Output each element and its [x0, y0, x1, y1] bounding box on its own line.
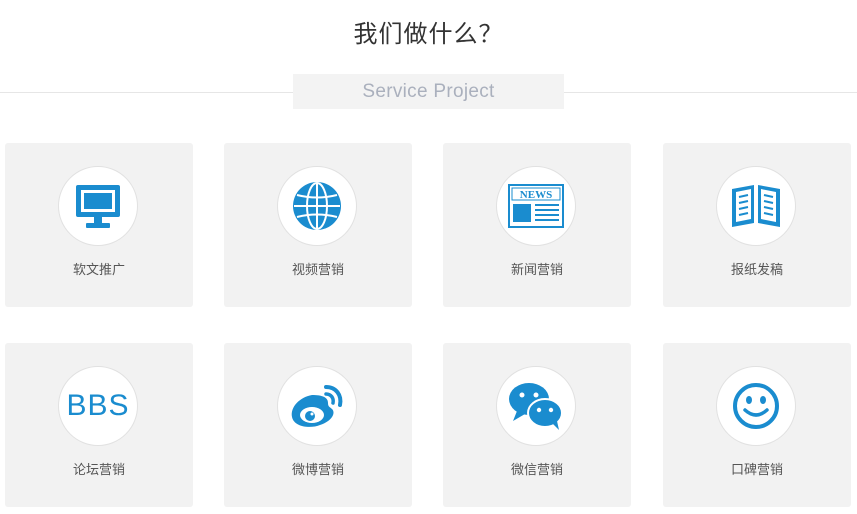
- service-card-newspaper[interactable]: 报纸发稿: [663, 143, 851, 307]
- open-book-icon: [732, 185, 780, 227]
- service-label: 视频营销: [291, 263, 344, 278]
- wechat-icon: [509, 383, 563, 430]
- smiley-icon: [733, 383, 779, 429]
- service-label: 论坛营销: [72, 463, 125, 478]
- service-card-reputation[interactable]: 口碑营销: [663, 343, 851, 507]
- service-label: 口碑营销: [730, 463, 783, 478]
- section-subtitle: Service Project: [293, 74, 564, 109]
- service-label: 新闻营销: [510, 263, 563, 278]
- service-card-soft-article[interactable]: 软文推广: [5, 143, 193, 307]
- icon-circle: BBS: [58, 366, 138, 446]
- service-card-wechat[interactable]: 微信营销: [443, 343, 631, 507]
- service-label: 微信营销: [510, 463, 563, 478]
- service-label: 报纸发稿: [730, 263, 783, 278]
- bbs-icon: BBS: [66, 389, 130, 422]
- icon-circle: [716, 166, 796, 246]
- monitor-icon: [76, 185, 120, 228]
- service-label: 微博营销: [291, 463, 344, 478]
- service-card-news[interactable]: NEWS 新闻营销: [443, 143, 631, 307]
- icon-circle: [496, 366, 576, 446]
- icon-circle: [716, 366, 796, 446]
- weibo-icon: [291, 385, 343, 427]
- svg-text:NEWS: NEWS: [520, 189, 552, 201]
- icon-circle: [277, 166, 357, 246]
- service-card-video[interactable]: 视频营销: [224, 143, 412, 307]
- icon-circle: [277, 366, 357, 446]
- icon-circle: NEWS: [496, 166, 576, 246]
- service-card-forum[interactable]: BBS 论坛营销: [5, 343, 193, 507]
- newspaper-icon: NEWS: [508, 184, 564, 228]
- service-label: 软文推广: [72, 263, 125, 278]
- icon-circle: [58, 166, 138, 246]
- globe-icon: [293, 182, 341, 230]
- service-card-weibo[interactable]: 微博营销: [224, 343, 412, 507]
- page-title: 我们做什么？: [353, 20, 504, 48]
